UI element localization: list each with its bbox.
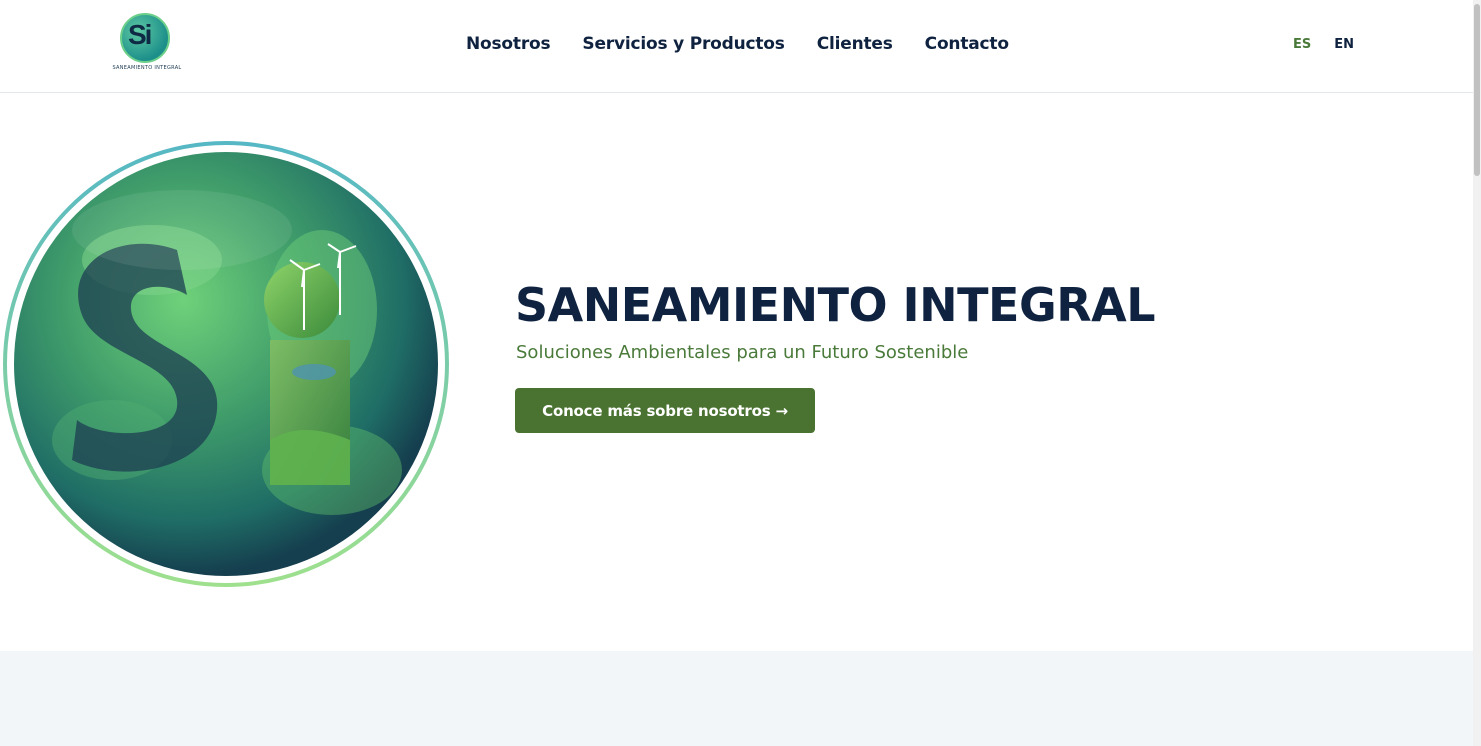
- nav-item-servicios-productos[interactable]: Servicios y Productos: [582, 34, 784, 54]
- lang-es-button[interactable]: ES: [1293, 37, 1311, 52]
- learn-more-button[interactable]: Conoce más sobre nosotros →: [515, 388, 815, 433]
- logo-letters: Si: [128, 19, 153, 50]
- hero-subtitle: Soluciones Ambientales para un Futuro So…: [516, 342, 969, 363]
- globe-si-logo-image: [3, 141, 449, 587]
- site-logo[interactable]: Si SANEAMIENTO INTEGRAL: [112, 13, 182, 73]
- page-scrollbar[interactable]: [1473, 0, 1481, 746]
- language-switcher: ES EN: [1293, 37, 1354, 52]
- nav-item-contacto[interactable]: Contacto: [925, 34, 1009, 54]
- scrollbar-thumb[interactable]: [1474, 4, 1480, 176]
- hero-title: SANEAMIENTO INTEGRAL: [515, 278, 1156, 332]
- site-header: Si SANEAMIENTO INTEGRAL Nosotros Servici…: [0, 0, 1473, 93]
- main-nav: Nosotros Servicios y Productos Clientes …: [466, 34, 1009, 54]
- nav-item-clientes[interactable]: Clientes: [817, 34, 893, 54]
- logo-wordmark: SANEAMIENTO INTEGRAL: [112, 65, 182, 71]
- next-section: [0, 651, 1473, 746]
- nav-item-nosotros[interactable]: Nosotros: [466, 34, 551, 54]
- lang-en-button[interactable]: EN: [1334, 37, 1354, 52]
